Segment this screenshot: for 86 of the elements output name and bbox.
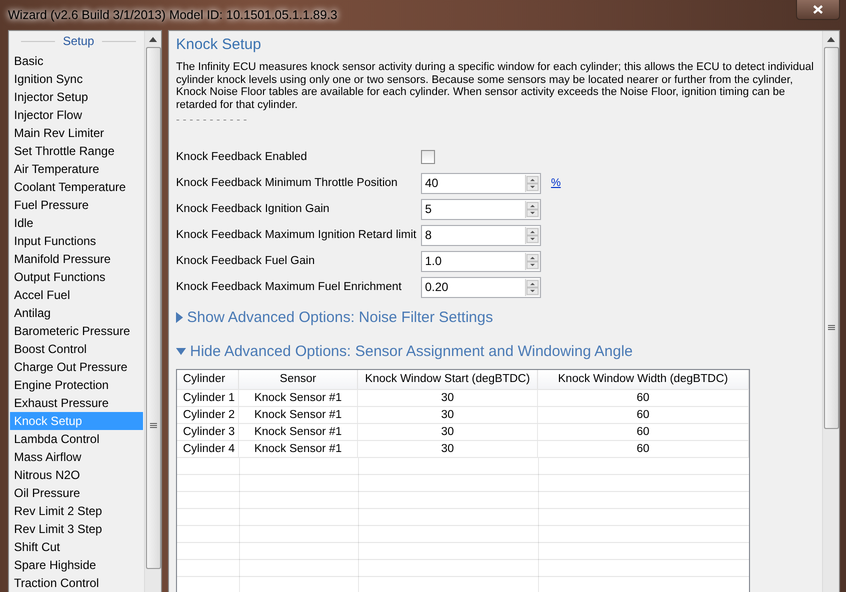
sidebar-item[interactable]: Shift Cut [10,538,143,556]
table-cell: Knock Sensor #1 [239,441,358,457]
sidebar-item[interactable]: Basic [10,52,143,70]
table-cell: Knock Sensor #1 [239,407,358,423]
column-header[interactable]: Cylinder [177,370,239,389]
sidebar-item[interactable]: Spare Highside [10,556,143,574]
table-cell: 30 [358,407,538,423]
sidebar-item[interactable]: Main Rev Limiter [10,124,143,142]
number-field[interactable]: 40 [421,172,541,194]
table-cell: Cylinder 3 [177,424,239,440]
sidebar-item[interactable]: Charge Out Pressure [10,358,143,376]
section-toggle[interactable]: Show Advanced Options: Noise Filter Settings [176,300,816,334]
description: The Infinity ECU measures knock sensor activity during a specific window for each cylinder; this allows the ECU to detect individual cylinder knock levels using only one or two sensors. Because some sensors may be located nearer or further from the cylinder, Knock Noise Floor tables are available for each cylinder. When sensor activity exceeds the Noise Floor, ignition timing can be retarded for that cylinder. [176,61,815,111]
spin-buttons[interactable] [525,174,540,192]
checkbox[interactable] [421,150,435,164]
column-header[interactable]: Knock Window Width (degBTDC) [538,370,749,389]
table-cell: 60 [538,424,749,440]
table-cell: 30 [358,424,538,440]
sidebar-item[interactable]: Manifold Pressure [10,250,143,268]
sidebar-item[interactable]: Ignition Sync [10,70,143,88]
sidebar-item[interactable]: Accel Fuel [10,286,143,304]
close-icon [813,5,823,14]
setting-label: Knock Feedback Enabled [176,151,308,163]
sidebar-item[interactable]: Antilag [10,304,143,322]
setting-label: Knock Feedback Ignition Gain [176,203,330,215]
table-cell: Knock Sensor #1 [239,424,358,440]
sidebar-item[interactable]: Output Functions [10,268,143,286]
sidebar-item[interactable]: Rev Limit 2 Step [10,502,143,520]
sidebar-item[interactable]: Barometeric Pressure [10,322,143,340]
sidebar-item[interactable]: Air Temperature [10,160,143,178]
scrollbar-thumb[interactable] [146,47,160,569]
setting-label: Knock Feedback Maximum Fuel Enrichment [176,281,403,293]
table-cell: Cylinder 2 [177,407,239,423]
sidebar-item[interactable]: Oil Pressure [10,484,143,502]
setting-label: Knock Feedback Maximum Ignition Retard limit [176,229,418,241]
sidebar-item[interactable]: Rev Limit 3 Step [10,520,143,538]
spin-buttons[interactable] [525,252,540,270]
sidebar-heading: Setup [62,34,94,48]
sidebar-item[interactable]: Coolant Temperature [10,178,143,196]
section-toggle[interactable]: Hide Advanced Options: Sensor Assignment and Windowing Angle [176,334,816,368]
sidebar-item[interactable]: Input Functions [10,232,143,250]
window-title: Wizard (v2.6 Build 3/1/2013) Model ID: 10.1501.05.1.1.89.3 [8,8,338,22]
sidebar-item[interactable]: Boost Control [10,340,143,358]
scrollbar[interactable] [144,31,161,592]
column-header[interactable]: Sensor [239,370,358,389]
table-cell: 30 [358,441,538,457]
spin-buttons[interactable] [525,200,540,218]
table-cell: Knock Sensor #1 [239,390,358,406]
scrollbar-thumb[interactable] [824,47,838,429]
table-cell: 60 [538,441,749,457]
sidebar-item[interactable]: Lambda Control [10,430,143,448]
spin-buttons[interactable] [525,226,540,244]
setting-label: Knock Feedback Minimum Throttle Position [176,177,399,189]
sidebar-item[interactable]: Mass Airflow [10,448,143,466]
setting-label: Knock Feedback Fuel Gain [176,255,316,267]
table-cell: 60 [538,390,749,406]
collapsed-arrow-icon [176,312,183,322]
sidebar-item[interactable]: Exhaust Pressure [10,394,143,412]
sidebar-item[interactable]: Traction Control [10,574,143,592]
unit-link[interactable]: % [551,177,561,189]
expanded-arrow-icon [176,348,186,354]
grip-icon [828,325,834,331]
table-cell: Cylinder 4 [177,441,239,457]
sidebar-item[interactable]: Nitrous N2O [10,466,143,484]
column-header[interactable]: Knock Window Start (degBTDC) [358,370,538,389]
spin-buttons[interactable] [525,278,540,296]
scroll-up-icon[interactable] [827,36,835,42]
sidebar-item[interactable]: Set Throttle Range [10,142,143,160]
grip-icon [150,423,156,429]
close-button[interactable] [796,0,840,20]
separator-text: - - - - - - - - - - - [176,114,248,126]
page-title: Knock Setup [176,36,262,53]
table-cell: Cylinder 1 [177,390,239,406]
number-field[interactable]: 8 [421,224,541,246]
scroll-up-icon[interactable] [149,36,157,42]
sidebar-item[interactable]: Engine Protection [10,376,143,394]
sidebar-item[interactable]: Idle [10,214,143,232]
table-cell: 60 [538,407,749,423]
number-field[interactable]: 0.20 [421,276,541,298]
number-field[interactable]: 5 [421,198,541,220]
table-cell: 30 [358,390,538,406]
sidebar-item[interactable]: Injector Flow [10,106,143,124]
number-field[interactable]: 1.0 [421,250,541,272]
scrollbar[interactable] [822,31,839,592]
sidebar-item[interactable]: Injector Setup [10,88,143,106]
sidebar-item[interactable]: Fuel Pressure [10,196,143,214]
